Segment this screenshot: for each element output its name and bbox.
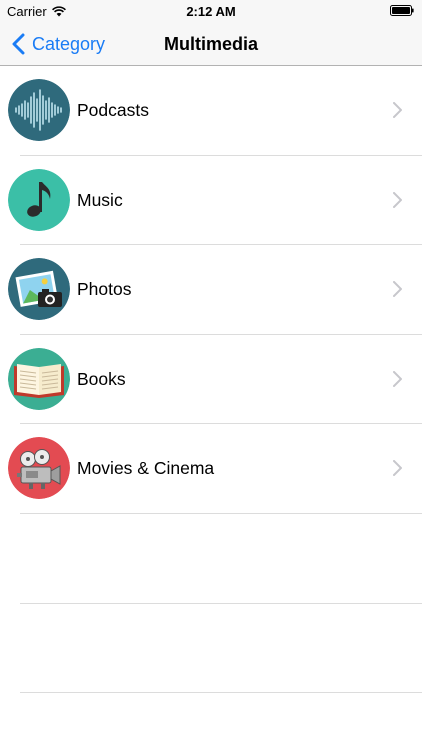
list-item-label: Podcasts [77, 100, 149, 120]
separator [20, 512, 422, 514]
list-item-music[interactable]: Music [0, 156, 422, 246]
list-item-photos[interactable]: Photos [0, 245, 422, 335]
list-item-label: Books [77, 368, 126, 389]
music-note-icon [8, 168, 70, 231]
list-item-movies-cinema[interactable]: Movies & Cinema [0, 424, 422, 514]
chevron-right-icon [393, 370, 402, 387]
empty-row-separator [20, 603, 422, 604]
status-time: 2:12 AM [186, 4, 236, 19]
status-bar: Carrier 2:12 AM [0, 0, 422, 22]
navigation-bar: Category Multimedia [0, 22, 422, 66]
list-item-label: Photos [77, 279, 132, 300]
list-item-label: Music [77, 189, 123, 210]
open-book-icon [8, 347, 70, 410]
battery-icon [390, 5, 414, 16]
photos-camera-icon [8, 258, 70, 321]
chevron-right-icon [393, 102, 402, 118]
chevron-right-icon [393, 191, 402, 208]
category-list: Podcasts Music Photos Books Movies & Cin… [0, 66, 422, 514]
list-item-books[interactable]: Books [0, 335, 422, 425]
empty-row-separator [20, 692, 422, 693]
list-item-label: Movies & Cinema [77, 458, 215, 479]
film-projector-icon [8, 437, 70, 500]
chevron-right-icon [393, 460, 402, 477]
page-title: Multimedia [163, 34, 258, 54]
podcast-waveform-icon [8, 79, 70, 141]
chevron-right-icon [393, 281, 402, 298]
list-item-podcasts[interactable]: Podcasts [0, 66, 422, 156]
